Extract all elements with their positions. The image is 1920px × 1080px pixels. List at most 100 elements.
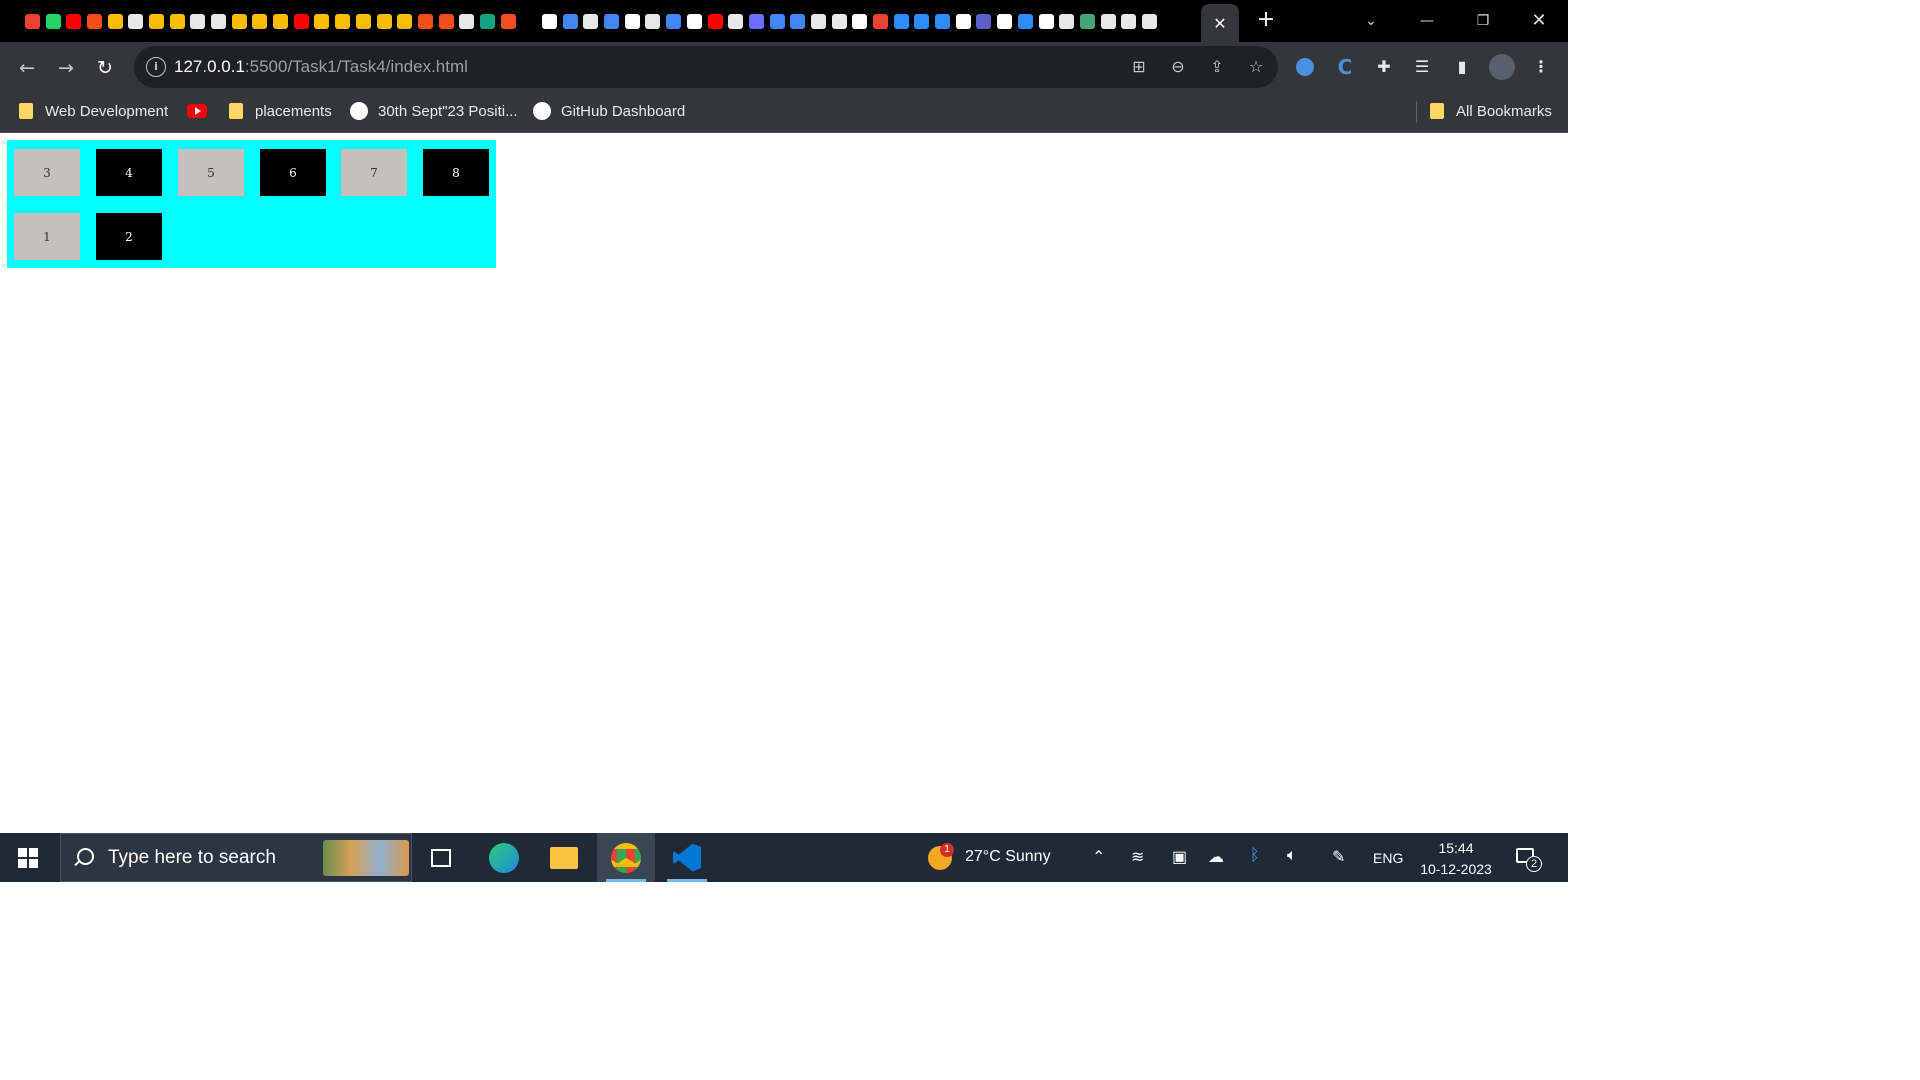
reload-icon[interactable]: ↻ (92, 55, 118, 81)
bookmark-placements[interactable]: placements (229, 100, 332, 122)
tab-favicon-icon[interactable] (974, 11, 995, 31)
tab-favicon-icon[interactable] (953, 11, 974, 31)
tab-favicon-icon[interactable] (829, 11, 850, 31)
translate-icon[interactable]: ⊞ (1128, 56, 1150, 78)
tab-favicon-icon[interactable] (891, 11, 912, 31)
tab-favicon-icon[interactable] (684, 11, 705, 31)
tab-favicon-icon[interactable] (456, 11, 477, 31)
tab-favicon-icon[interactable] (601, 11, 622, 31)
tab-favicon-icon[interactable] (539, 11, 560, 31)
menu-icon[interactable]: ⋮ (1529, 55, 1553, 79)
tab-favicon-icon[interactable] (870, 11, 891, 31)
tab-favicon-icon[interactable] (932, 11, 953, 31)
chrome-icon[interactable] (597, 833, 655, 882)
bookmark-star-icon[interactable]: ☆ (1245, 56, 1267, 78)
tab-favicon-icon[interactable] (643, 11, 664, 31)
bookmark-github-dashboard[interactable]: GitHub Dashboard (533, 100, 685, 122)
tab-favicon-icon[interactable] (332, 11, 353, 31)
tab-favicon-icon[interactable] (167, 11, 188, 31)
tab-favicon-icon[interactable] (353, 11, 374, 31)
show-hidden-icons-chevron[interactable]: ⌃ (1092, 847, 1105, 867)
tab-favicon-icon[interactable] (312, 11, 333, 31)
tab-favicon-icon[interactable] (581, 11, 602, 31)
weather-text[interactable]: 27°C Sunny (965, 848, 1051, 866)
restore-icon[interactable]: ❐ (1471, 9, 1495, 33)
tab-favicon-icon[interactable] (746, 11, 767, 31)
tab-favicon-icon[interactable] (374, 11, 395, 31)
tab-favicon-icon[interactable] (519, 11, 540, 31)
volume-icon[interactable]: 🔈︎ (1287, 847, 1297, 865)
share-icon[interactable]: ⇪ (1206, 56, 1228, 78)
close-window-icon[interactable]: ✕ (1527, 9, 1551, 33)
pen-icon[interactable]: ✎ (1332, 847, 1345, 867)
forward-icon[interactable]: → (53, 55, 79, 81)
tab-favicon-icon[interactable] (105, 11, 126, 31)
address-bar[interactable]: i 127.0.0.1:5500/Task1/Task4/index.html … (134, 46, 1278, 88)
tab-favicon-icon[interactable] (1036, 11, 1057, 31)
extension-icon[interactable] (1293, 55, 1317, 79)
language-indicator[interactable]: ENG (1373, 850, 1403, 866)
clock[interactable]: 15:44 10-12-2023 (1416, 838, 1496, 880)
tab-favicon-icon[interactable] (1098, 11, 1119, 31)
bookmark-youtube[interactable] (187, 100, 207, 122)
tab-favicon-icon[interactable] (22, 11, 43, 31)
all-bookmarks-button[interactable]: All Bookmarks (1430, 100, 1552, 122)
tab-favicon-icon[interactable] (250, 11, 271, 31)
tab-favicon-icon[interactable] (1056, 11, 1077, 31)
tab-favicon-icon[interactable] (767, 11, 788, 31)
minimize-icon[interactable]: — (1415, 9, 1439, 33)
bookmark-30th-sept[interactable]: 30th Sept"23 Positi... (350, 100, 518, 122)
tab-favicon-icon[interactable] (1015, 11, 1036, 31)
tab-favicon-icon[interactable] (436, 11, 457, 31)
tab-favicon-icon[interactable] (229, 11, 250, 31)
tab-favicon-icon[interactable] (208, 11, 229, 31)
extension-c-icon[interactable]: C (1333, 55, 1357, 79)
tab-favicon-icon[interactable] (1118, 11, 1139, 31)
tab-favicon-icon[interactable] (725, 11, 746, 31)
tab-favicon-icon[interactable] (43, 11, 64, 31)
tab-favicon-icon[interactable] (994, 11, 1015, 31)
zoom-icon[interactable]: ⊖ (1167, 56, 1189, 78)
bookmark-web-development[interactable]: Web Development (19, 100, 168, 122)
tab-favicon-icon[interactable] (622, 11, 643, 31)
tab-favicon-icon[interactable] (146, 11, 167, 31)
tab-favicon-icon[interactable] (850, 11, 871, 31)
task-view-icon[interactable] (412, 833, 470, 882)
extensions-puzzle-icon[interactable]: ✚ (1372, 55, 1396, 79)
tab-favicon-icon[interactable] (125, 11, 146, 31)
taskbar-search-box[interactable]: Type here to search (60, 833, 412, 882)
tab-favicon-icon[interactable] (560, 11, 581, 31)
tab-favicon-icon[interactable] (415, 11, 436, 31)
active-tab[interactable]: ✕ (1201, 4, 1239, 42)
onedrive-cloud-icon[interactable]: ☁ (1208, 847, 1224, 867)
profile-avatar[interactable] (1489, 54, 1515, 80)
tab-search-icon[interactable]: ⌄ (1359, 9, 1383, 33)
close-tab-icon[interactable]: ✕ (1213, 14, 1226, 33)
bluetooth-icon[interactable]: ᛒ (1250, 847, 1260, 865)
tab-favicon-icon[interactable] (663, 11, 684, 31)
tab-favicon-icon[interactable] (1077, 11, 1098, 31)
new-tab-button[interactable]: + (1254, 9, 1278, 33)
tab-favicon-icon[interactable] (498, 11, 519, 31)
tab-favicon-icon[interactable] (394, 11, 415, 31)
tab-favicon-icon[interactable] (188, 11, 209, 31)
tab-favicon-icon[interactable] (270, 11, 291, 31)
back-icon[interactable]: ← (14, 55, 40, 81)
tab-favicon-icon[interactable] (63, 11, 84, 31)
tab-favicon-icon[interactable] (912, 11, 933, 31)
tab-favicon-icon[interactable] (705, 11, 726, 31)
edge-icon[interactable] (475, 833, 533, 882)
tab-favicon-icon[interactable] (291, 11, 312, 31)
url-text[interactable]: 127.0.0.1:5500/Task1/Task4/index.html (174, 57, 468, 77)
notifications-icon[interactable]: 2 (1516, 846, 1542, 872)
file-explorer-icon[interactable] (535, 833, 593, 882)
side-panel-icon[interactable]: ▮ (1450, 55, 1474, 79)
vscode-icon[interactable] (658, 833, 716, 882)
tab-favicon-icon[interactable] (787, 11, 808, 31)
tab-favicon-icon[interactable] (1139, 11, 1160, 31)
meet-now-icon[interactable]: ▣ (1172, 847, 1187, 867)
tab-favicon-icon[interactable] (477, 11, 498, 31)
windows-start-icon[interactable] (18, 848, 38, 868)
wifi-icon[interactable]: ≋ (1131, 847, 1144, 867)
reading-list-icon[interactable]: ☰ (1410, 55, 1434, 79)
